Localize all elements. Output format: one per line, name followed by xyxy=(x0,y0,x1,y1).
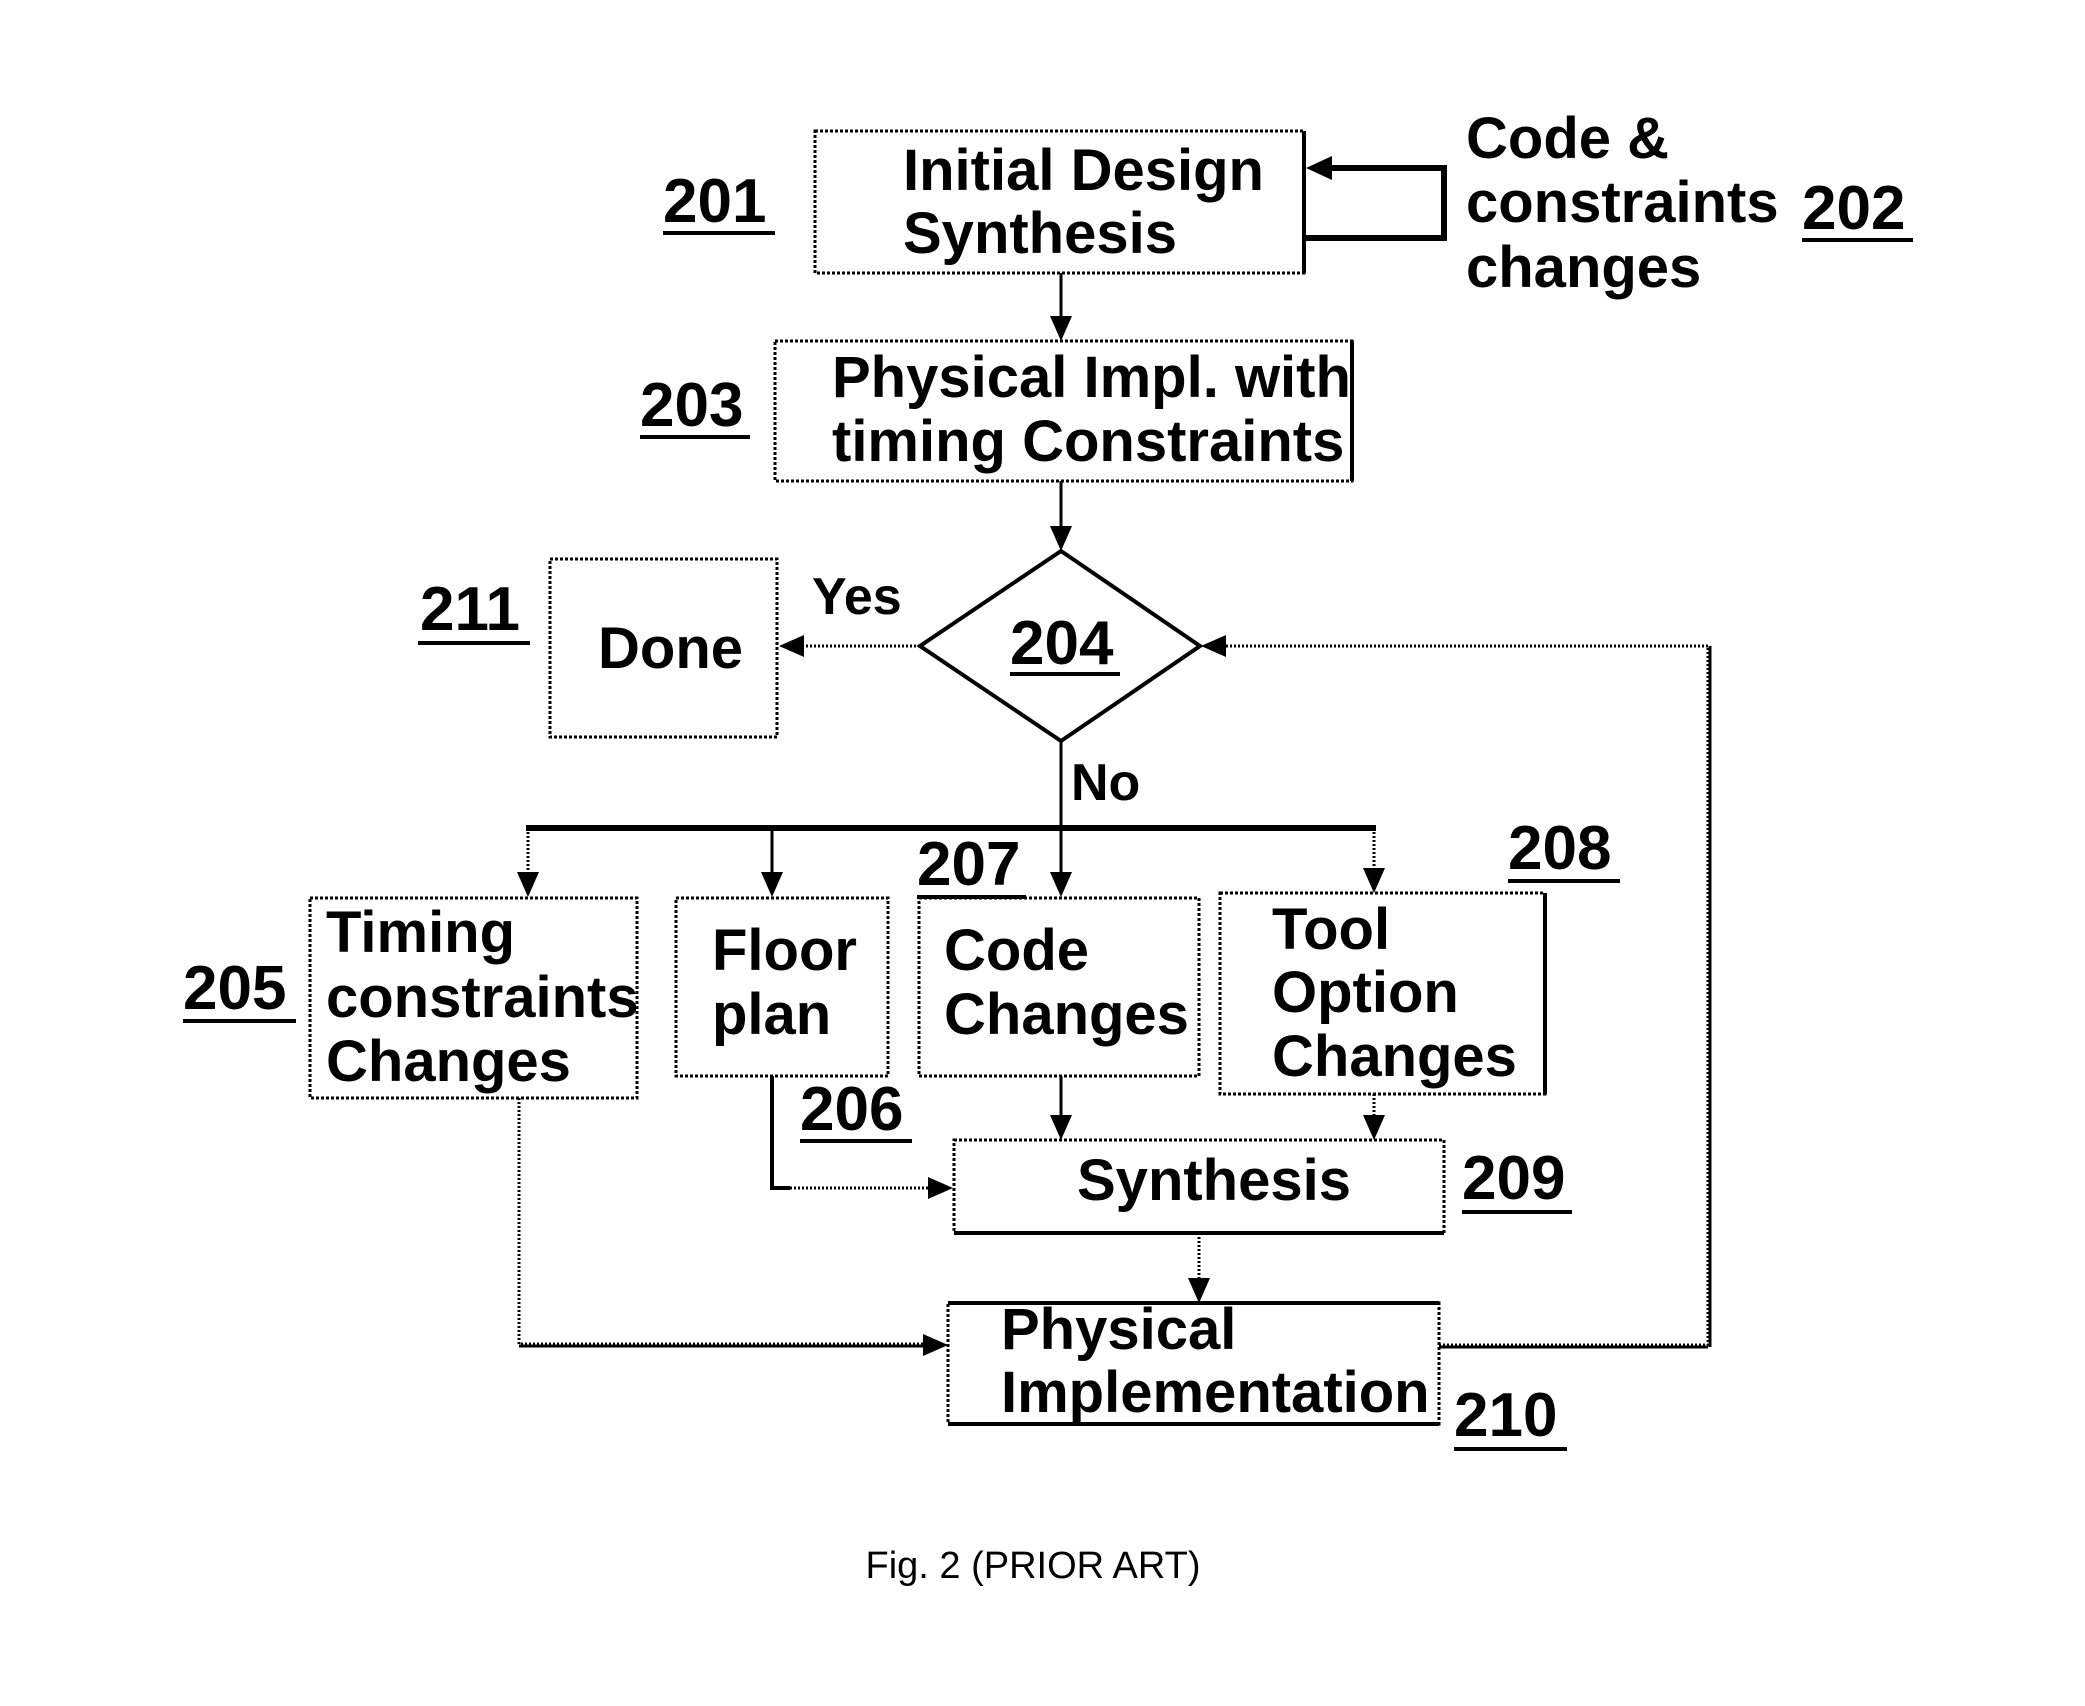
svg-text:209: 209 xyxy=(1462,1144,1565,1213)
node-201-initial-design-synthesis: Initial Design Synthesis xyxy=(813,129,1306,275)
node-210-line-2: Implementation xyxy=(1001,1360,1430,1425)
svg-text:210: 210 xyxy=(1454,1381,1557,1450)
node-201-line-2: Synthesis xyxy=(903,201,1177,266)
node-206-line-1: Floor xyxy=(712,918,857,983)
node-208-tool-option-changes: Tool Option Changes xyxy=(1218,891,1547,1096)
svg-text:202: 202 xyxy=(1802,174,1905,243)
node-205-line-1: Timing xyxy=(326,900,515,965)
svg-text:206: 206 xyxy=(800,1075,903,1144)
node-207-code-changes: Code Changes xyxy=(917,896,1201,1078)
node-202-line-1: Code & xyxy=(1466,106,1669,171)
node-202-annotation: Code & constraints changes xyxy=(1466,106,1779,300)
arrowhead-icon xyxy=(1306,156,1332,180)
node-203-line-1: Physical Impl. with xyxy=(832,345,1351,410)
edge-label-no: No xyxy=(1071,754,1140,812)
node-209-line-1: Synthesis xyxy=(1077,1148,1351,1213)
node-201-line-1: Initial Design xyxy=(903,138,1264,203)
flowchart-figure: Initial Design Synthesis 201 Code & cons… xyxy=(183,106,1913,1587)
svg-text:207: 207 xyxy=(917,830,1020,899)
node-210-physical-implementation: Physical Implementation xyxy=(946,1297,1441,1426)
svg-text:201: 201 xyxy=(663,167,766,236)
ref-label-203: 203 xyxy=(640,371,750,440)
svg-text:208: 208 xyxy=(1508,814,1611,883)
decision-204: 204 xyxy=(916,548,1204,744)
edge-208-to-209 xyxy=(1363,1094,1385,1140)
ref-label-201: 201 xyxy=(663,167,775,236)
edge-209-to-210 xyxy=(1188,1233,1210,1303)
svg-text:205: 205 xyxy=(183,954,286,1023)
node-207-line-1: Code xyxy=(944,918,1089,983)
ref-label-205: 205 xyxy=(183,954,296,1023)
node-210-line-1: Physical xyxy=(1001,1297,1236,1362)
ref-label-207: 207 xyxy=(917,830,1026,899)
node-205-line-2: constraints xyxy=(326,965,639,1030)
edge-204-yes-to-211: Yes xyxy=(779,568,920,657)
node-211-done: Done xyxy=(548,557,779,739)
ref-label-211: 211 xyxy=(418,575,530,645)
edge-201-to-203 xyxy=(1050,273,1072,341)
node-202-line-2: constraints xyxy=(1466,170,1779,235)
ref-label-206: 206 xyxy=(800,1075,912,1144)
svg-text:203: 203 xyxy=(640,371,743,440)
ref-label-210: 210 xyxy=(1454,1381,1567,1451)
loop-202-to-201 xyxy=(1304,156,1447,241)
figure-caption: Fig. 2 (PRIOR ART) xyxy=(865,1545,1200,1587)
node-207-line-2: Changes xyxy=(944,982,1189,1047)
node-202-line-3: changes xyxy=(1466,235,1701,300)
node-211-line-1: Done xyxy=(598,616,743,681)
node-205-line-3: Changes xyxy=(326,1029,571,1094)
node-208-line-1: Tool xyxy=(1272,897,1390,962)
node-205-timing-constraints-changes: Timing constraints Changes xyxy=(308,896,639,1100)
node-206-floor-plan: Floor plan xyxy=(674,896,890,1078)
node-208-line-2: Option xyxy=(1272,960,1459,1025)
node-203-line-2: timing Constraints xyxy=(832,409,1344,474)
ref-label-209: 209 xyxy=(1462,1144,1572,1214)
node-206-line-2: plan xyxy=(712,982,831,1047)
svg-text:211: 211 xyxy=(420,575,520,644)
node-209-synthesis: Synthesis xyxy=(952,1138,1446,1235)
edge-label-yes: Yes xyxy=(812,568,902,626)
edge-203-to-204 xyxy=(1050,481,1072,551)
edge-207-to-209 xyxy=(1050,1076,1072,1140)
decision-204-ref: 204 xyxy=(1010,609,1114,678)
node-208-line-3: Changes xyxy=(1272,1024,1517,1089)
ref-label-202: 202 xyxy=(1802,174,1913,243)
ref-label-208: 208 xyxy=(1508,814,1620,883)
node-203-physical-impl-timing: Physical Impl. with timing Constraints xyxy=(773,339,1354,483)
